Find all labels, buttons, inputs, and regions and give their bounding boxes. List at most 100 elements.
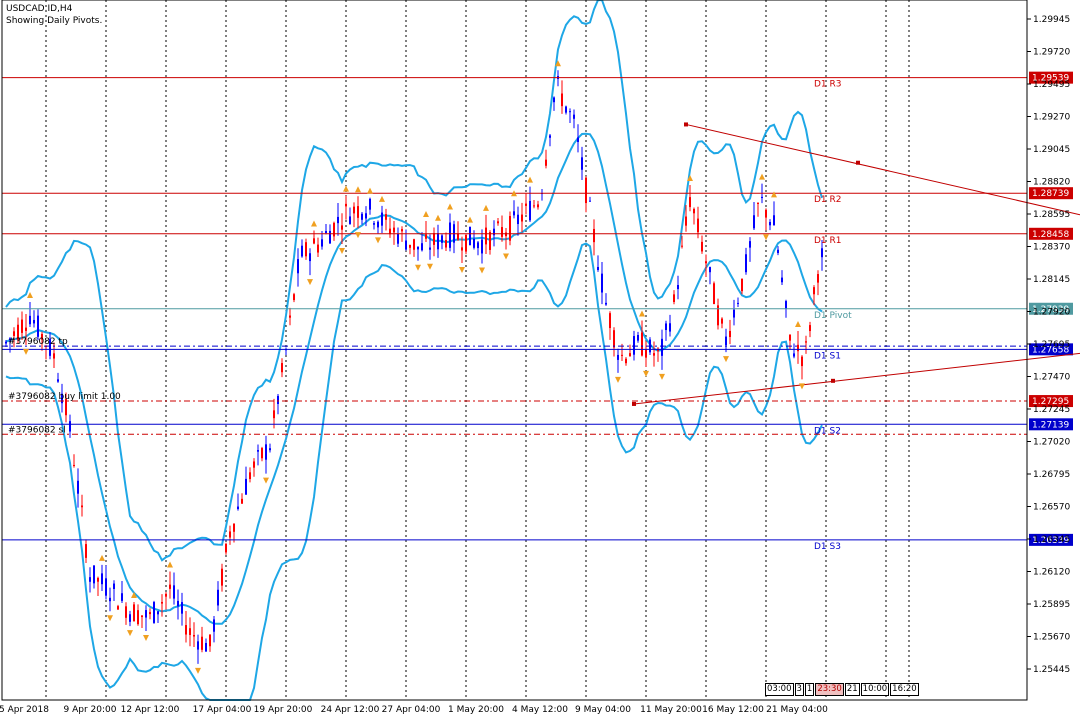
price-tick-label: 1.26570: [1033, 503, 1070, 513]
candle-body: [13, 331, 15, 336]
fractal-down-icon: [339, 248, 345, 255]
fractal-up-icon: [435, 214, 441, 221]
pivot-label: D1 R3: [814, 80, 842, 90]
candle-body: [733, 309, 735, 318]
candle-body: [593, 228, 595, 243]
candle-body: [233, 523, 235, 532]
candle-body: [721, 318, 723, 324]
candle-body: [689, 197, 691, 208]
candle-body: [189, 628, 191, 635]
candle-body: [741, 278, 743, 292]
axes: 1.29945 1.29720 1.29495 1.29270 1.29045 1.288…: [0, 0, 1070, 715]
candle-body: [177, 600, 179, 607]
timebox-cell: 03:00: [765, 683, 794, 696]
fractal-up-icon: [355, 186, 361, 193]
candle-body: [753, 215, 755, 229]
fractal-down-icon: [143, 634, 149, 641]
candle-body: [577, 137, 579, 142]
fractal-down-icon: [195, 667, 201, 674]
fractal-down-icon: [415, 264, 421, 271]
price-tick-label: 1.29945: [1033, 15, 1070, 25]
time-tick-label: 11 May 20:00: [640, 705, 702, 715]
candle-body: [405, 240, 407, 250]
candle-body: [253, 461, 255, 468]
candle-body: [765, 209, 767, 218]
pivot-label: D1 R1: [814, 236, 842, 246]
candle-body: [93, 565, 95, 584]
plot-frame: [1, 0, 1028, 701]
fractal-up-icon: [527, 176, 533, 183]
fractal-up-icon: [795, 321, 801, 328]
candle-body: [349, 216, 351, 224]
price-tag-label: 1.27139: [1032, 420, 1069, 430]
candle-body: [101, 573, 103, 585]
fractal-up-icon: [367, 187, 373, 194]
candle-body: [377, 221, 379, 228]
candle-body: [549, 135, 551, 138]
candle-body: [337, 216, 339, 224]
candle-body: [25, 327, 27, 331]
candle-body: [621, 354, 623, 356]
candle-body: [817, 274, 819, 283]
price-tick-label: 1.29495: [1033, 80, 1070, 90]
candle-body: [329, 230, 331, 244]
price-tick-label: 1.25445: [1033, 665, 1070, 675]
pivot-levels: D1 R31.29539D1 R21.28739D1 R11.28458D1 P…: [2, 71, 1073, 552]
candle-body: [545, 159, 547, 166]
candle-body: [277, 395, 279, 404]
fractal-down-icon: [503, 253, 509, 260]
candle-body: [813, 287, 815, 295]
order-lines: #3796082 tp #3796082 buy limit 1.00 #37960…: [2, 337, 1073, 435]
chart-window[interactable]: D1 R3 1.29539 D1 R2 1.28739 D1 R1 1.28458 D1 P…: [0, 0, 1080, 720]
fractal-down-icon: [355, 232, 361, 239]
candle-body: [137, 610, 139, 625]
time-tick-label: 5 Apr 2018: [0, 705, 49, 715]
candle-body: [673, 294, 675, 302]
candle-body: [141, 615, 143, 618]
fractal-down-icon: [427, 263, 433, 270]
price-tick-label: 1.29045: [1033, 145, 1070, 155]
candle-body: [193, 634, 195, 637]
candle-body: [237, 506, 239, 510]
candle-body: [533, 205, 535, 207]
candle-body: [249, 472, 251, 480]
fractal-down-icon: [799, 383, 805, 390]
fractal-up-icon: [27, 292, 33, 299]
candle-body: [709, 267, 711, 273]
candle-body: [89, 577, 91, 582]
time-tick-label: 9 May 04:00: [575, 705, 631, 715]
price-tick-label: 1.28595: [1033, 210, 1070, 220]
price-chart[interactable]: D1 R31.29539D1 R21.28739D1 R11.28458D1 P…: [0, 0, 1080, 720]
candle-body: [393, 227, 395, 233]
candle-body: [133, 604, 135, 622]
price-tick-label: 1.26345: [1033, 535, 1070, 545]
timebox-cell: 1: [804, 683, 815, 696]
price-tag-label: 1.28739: [1032, 189, 1069, 199]
fractal-down-icon: [615, 376, 621, 383]
fractal-down-icon: [23, 348, 29, 355]
candle-body: [653, 353, 655, 356]
trendline-anchor: [856, 160, 860, 165]
candle-body: [433, 233, 435, 245]
candle-body: [821, 248, 823, 258]
candle-body: [369, 198, 371, 210]
candle-body: [225, 543, 227, 553]
candle-body: [669, 323, 671, 332]
candle-body: [793, 353, 795, 357]
candle-body: [485, 227, 487, 245]
candle-body: [633, 336, 635, 355]
candle-body: [553, 97, 555, 103]
candle-body: [637, 334, 639, 341]
candle-body: [293, 294, 295, 301]
candle-body: [401, 229, 403, 232]
subtitle-label: Showing Daily Pivots.: [6, 16, 103, 26]
time-tick-label: 19 Apr 20:00: [254, 705, 313, 715]
candle-body: [489, 232, 491, 250]
price-tick-label: 1.27245: [1033, 405, 1070, 415]
candle-body: [117, 606, 119, 610]
fractal-down-icon: [479, 267, 485, 274]
price-tag-label: 1.28458: [1032, 230, 1069, 240]
candle-body: [125, 606, 127, 618]
candle-body: [737, 302, 739, 304]
candle-body: [429, 247, 431, 250]
